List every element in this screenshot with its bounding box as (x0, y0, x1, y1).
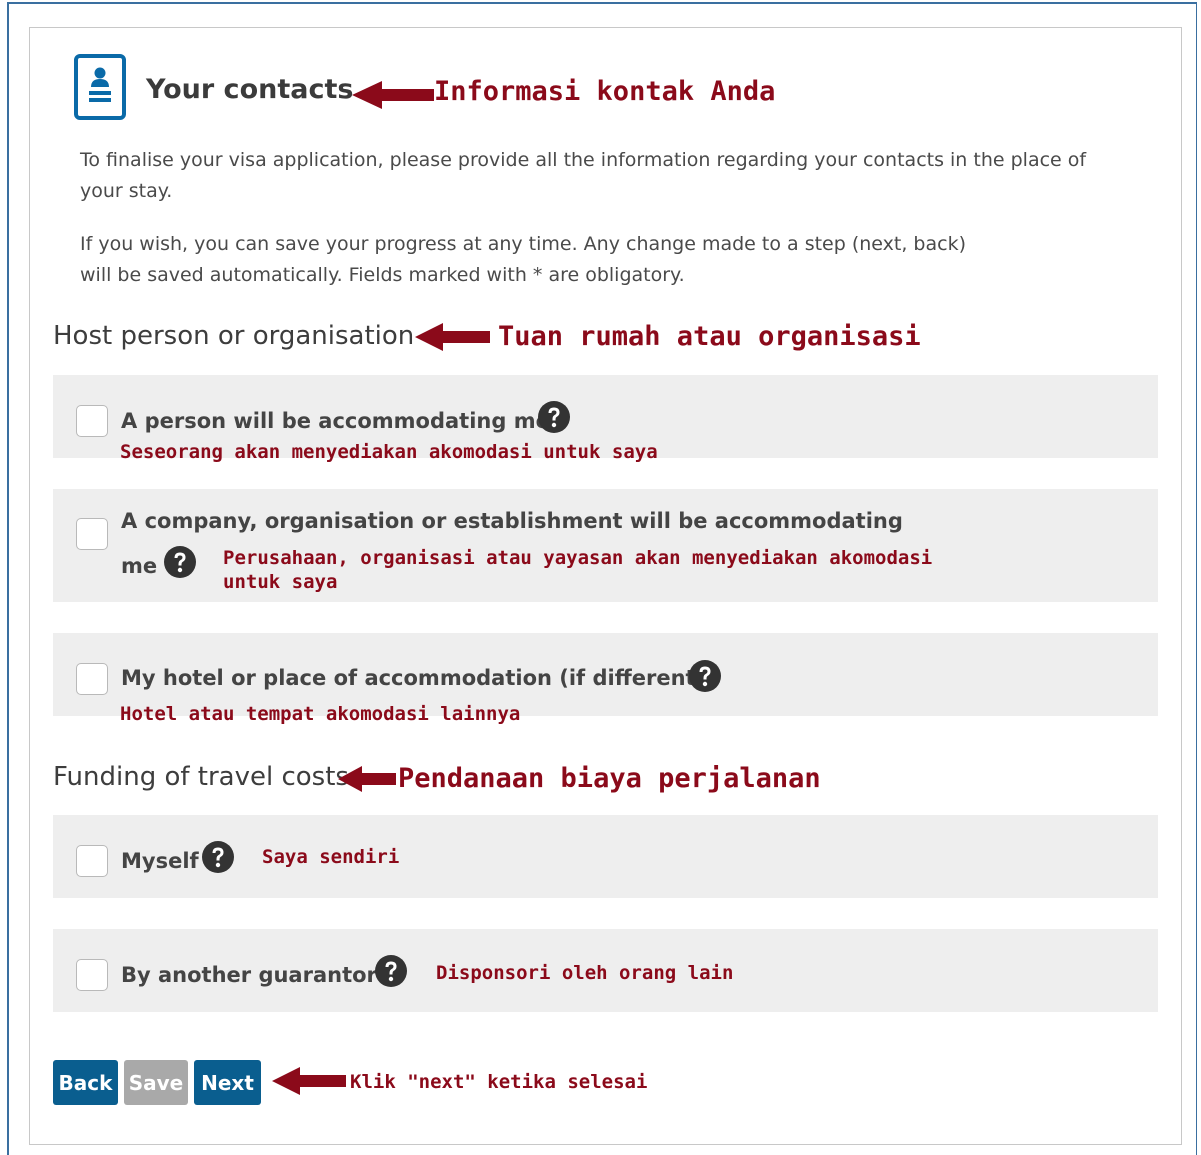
arrow-left-icon (338, 766, 396, 792)
question-circle-icon[interactable] (688, 659, 722, 693)
company-checkbox[interactable] (76, 518, 108, 550)
intro-line: your stay. (80, 180, 173, 202)
question-circle-icon[interactable] (163, 545, 197, 579)
annotation-line: Perusahaan, organisasi atau yayasan akan… (223, 547, 933, 569)
next-button-annotation: Klik "next" ketika selesai (350, 1071, 648, 1093)
myself-option-label[interactable]: Myself (121, 849, 199, 873)
arrow-left-icon (352, 81, 434, 109)
guarantor-checkbox[interactable] (76, 959, 108, 991)
intro-paragraph-2: If you wish, you can save your progress … (80, 229, 1140, 291)
person-option-label[interactable]: A person will be accommodating me (121, 409, 550, 433)
title-annotation: Informasi kontak Anda (434, 76, 776, 107)
company-option-label-line2[interactable]: me (121, 554, 157, 578)
contact-card-icon (74, 54, 126, 120)
guarantor-option-label[interactable]: By another guarantor (121, 963, 377, 987)
company-option-label-line1[interactable]: A company, organisation or establishment… (121, 509, 903, 533)
question-circle-icon[interactable] (537, 400, 571, 434)
question-circle-icon[interactable] (374, 954, 408, 988)
arrow-left-icon (415, 323, 490, 351)
next-button[interactable]: Next (194, 1060, 261, 1105)
host-section-heading: Host person or organisation (53, 321, 415, 351)
funding-section-heading: Funding of travel costs (53, 762, 349, 792)
funding-section-annotation: Pendanaan biaya perjalanan (398, 763, 821, 794)
arrow-left-icon (272, 1067, 346, 1095)
page-title: Your contacts (146, 74, 354, 105)
back-button[interactable]: Back (53, 1060, 118, 1105)
hotel-checkbox[interactable] (76, 663, 108, 695)
intro-line: If you wish, you can save your progress … (80, 233, 966, 255)
guarantor-option-annotation: Disponsori oleh orang lain (436, 962, 734, 984)
save-button[interactable]: Save (124, 1060, 188, 1105)
person-checkbox[interactable] (76, 405, 108, 437)
hotel-option-annotation: Hotel atau tempat akomodasi lainnya (120, 703, 521, 725)
host-section-annotation: Tuan rumah atau organisasi (498, 321, 921, 352)
company-option-annotation: Perusahaan, organisasi atau yayasan akan… (223, 546, 932, 594)
myself-option-annotation: Saya sendiri (262, 846, 400, 868)
annotation-line: untuk saya (223, 571, 338, 593)
intro-paragraph-1: To finalise your visa application, pleas… (80, 145, 1140, 207)
question-circle-icon[interactable] (201, 840, 235, 874)
person-option-annotation: Seseorang akan menyediakan akomodasi unt… (120, 441, 658, 463)
intro-line: To finalise your visa application, pleas… (80, 149, 1087, 171)
intro-line: will be saved automatically. Fields mark… (80, 264, 685, 286)
hotel-option-label[interactable]: My hotel or place of accommodation (if d… (121, 666, 705, 690)
myself-checkbox[interactable] (76, 845, 108, 877)
